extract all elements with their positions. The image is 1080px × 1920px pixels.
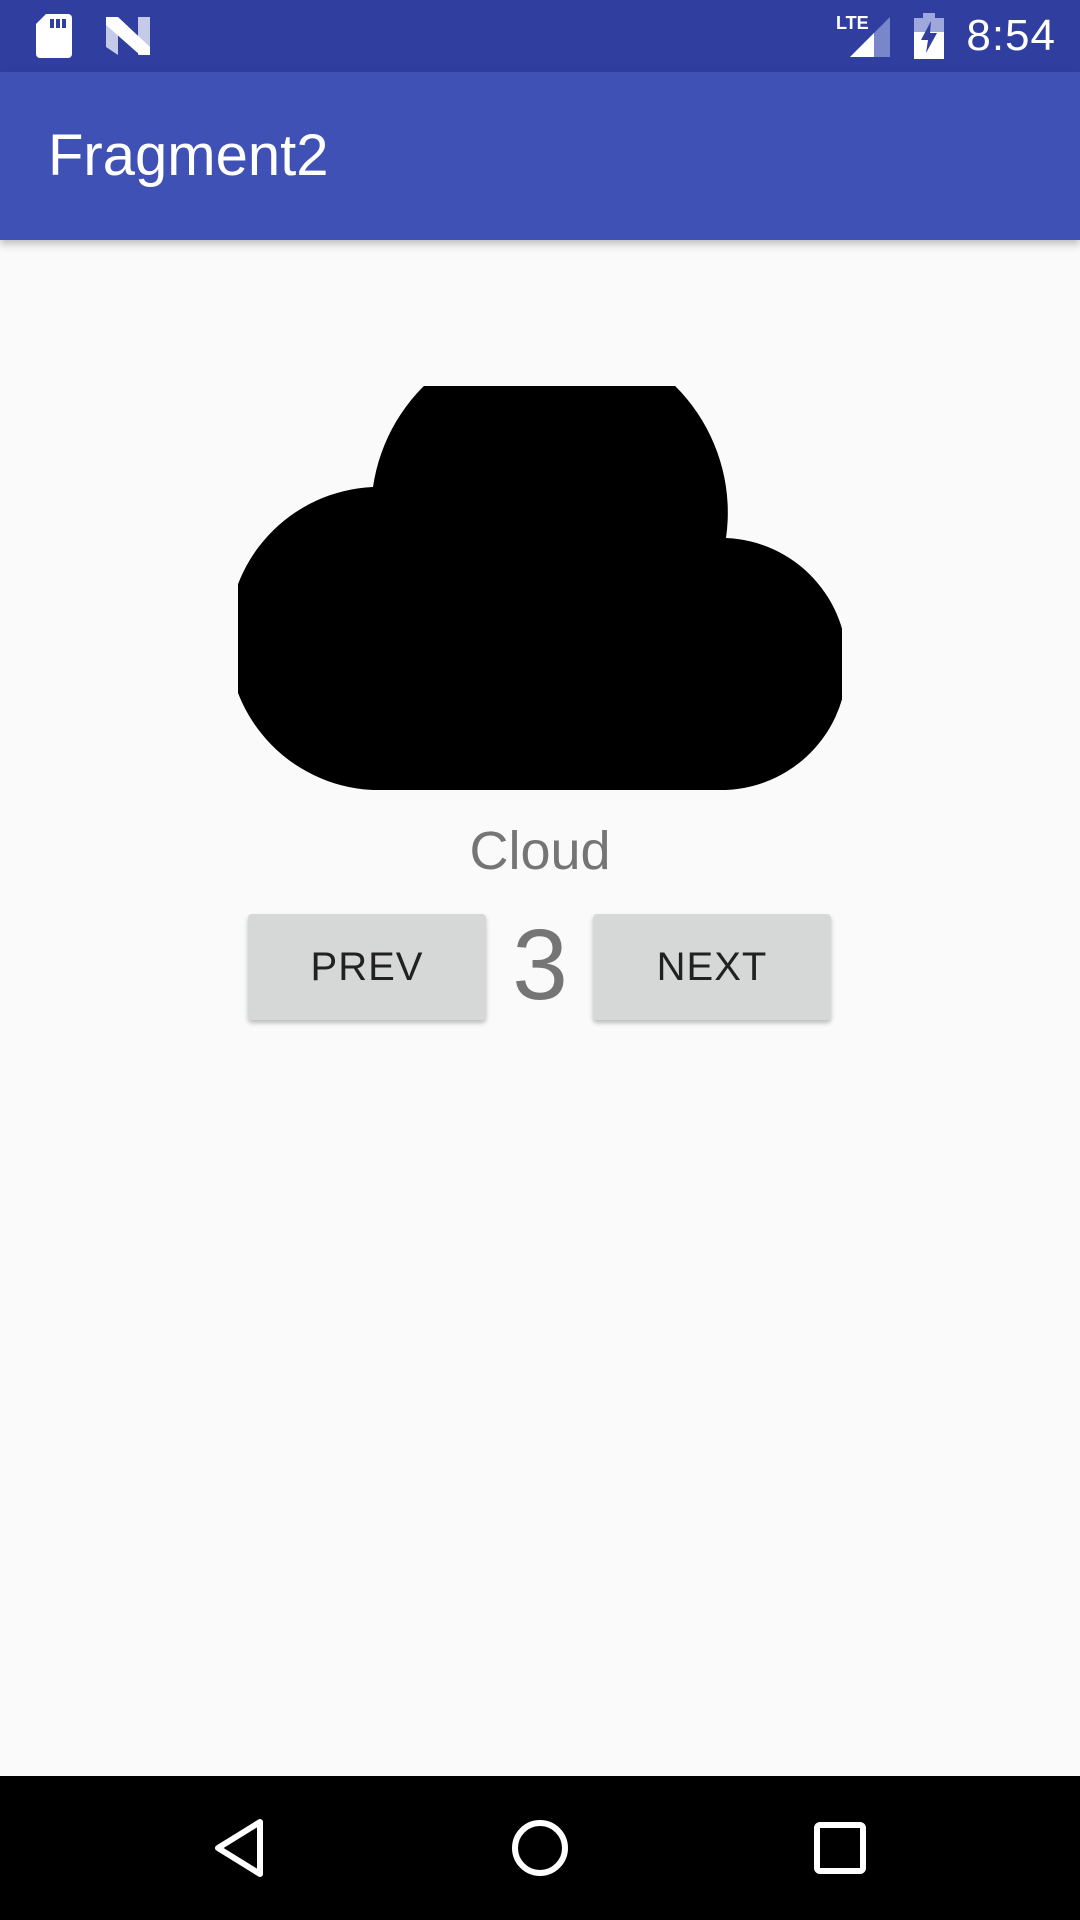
status-time: 8:54 [966, 11, 1056, 60]
item-name: Cloud [469, 821, 611, 881]
next-button[interactable]: NEXT [593, 914, 831, 1020]
app-title: Fragment2 [48, 123, 329, 188]
status-bar: LTE 8:54 [0, 0, 1080, 72]
n-logo-icon [106, 17, 150, 55]
back-icon [212, 1818, 268, 1878]
counter-value: 3 [512, 909, 568, 1021]
lte-signal-icon: LTE [836, 13, 892, 59]
status-right-icons: LTE 8:54 [836, 0, 1056, 72]
status-left-icons [36, 0, 150, 72]
recents-button[interactable] [760, 1776, 920, 1920]
fragment-content: Cloud PREV 3 NEXT [0, 240, 1080, 1776]
battery-charging-icon [914, 13, 945, 59]
home-button[interactable] [460, 1776, 620, 1920]
prev-button[interactable]: PREV [248, 914, 486, 1020]
back-button[interactable] [160, 1776, 320, 1920]
navigation-bar [0, 1776, 1080, 1920]
cloud-icon [227, 334, 848, 791]
recents-icon [813, 1821, 867, 1875]
sd-card-icon [36, 14, 72, 58]
screen: LTE 8:54 Fragment2 Cloud PREV 3 NEXT [0, 0, 1080, 1920]
app-bar: Fragment2 [0, 72, 1080, 240]
home-icon [510, 1818, 570, 1878]
lte-label: LTE [836, 13, 869, 33]
